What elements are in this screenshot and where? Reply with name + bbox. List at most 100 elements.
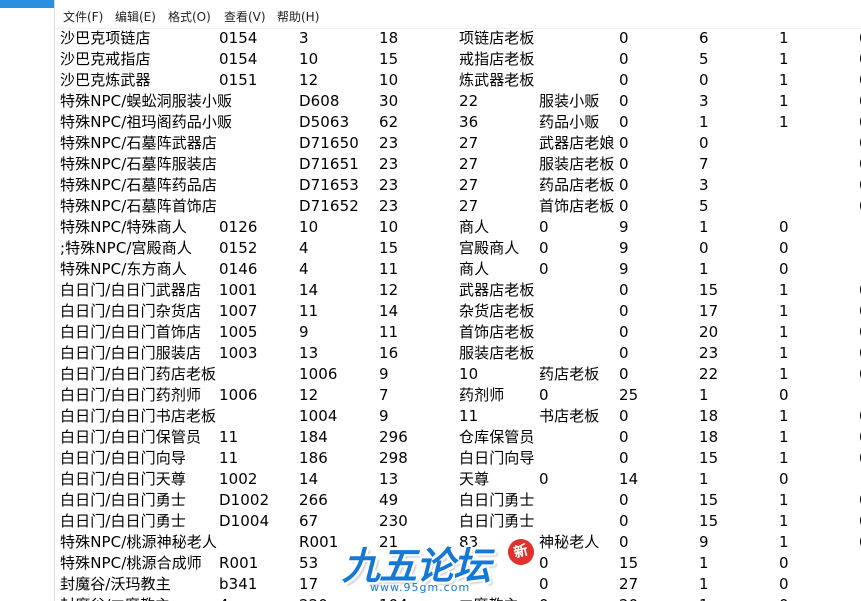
text-field: 14 bbox=[619, 470, 639, 488]
text-field: 0 bbox=[619, 449, 629, 467]
menu-item[interactable]: 编辑(E) bbox=[115, 8, 156, 25]
text-line: 沙巴克炼武器01511210炼武器老板0010 bbox=[55, 70, 861, 91]
text-field: 1 bbox=[699, 218, 709, 236]
text-line: 白日门/白日门勇士D100226649白日门勇士01510 bbox=[55, 490, 861, 511]
text-field: 服装店老板 bbox=[459, 344, 535, 362]
text-field: 0 bbox=[779, 239, 789, 257]
text-field: 白日门/白日门药店老板 bbox=[60, 365, 217, 383]
text-line: 特殊NPC/东方商人 0146 4 11 商人 0 9 1 0 bbox=[55, 259, 861, 280]
text-field: 23 bbox=[379, 197, 399, 215]
text-field: 9 bbox=[619, 218, 629, 236]
text-field: 0154 bbox=[219, 50, 258, 68]
text-field: 0 bbox=[619, 176, 629, 194]
text-field: 1 bbox=[779, 323, 789, 341]
text-field: 1 bbox=[699, 386, 709, 404]
text-field: 0 bbox=[539, 575, 549, 593]
text-field: 9 bbox=[299, 323, 309, 341]
text-field: 296 bbox=[379, 428, 408, 446]
text-field: 5 bbox=[699, 197, 709, 215]
text-field: 沙巴克炼武器 bbox=[60, 71, 151, 89]
text-field: 14 bbox=[299, 470, 319, 488]
text-field: 白日门/白日门天尊 bbox=[60, 470, 186, 488]
text-field: 23 bbox=[379, 155, 399, 173]
text-field: 18 bbox=[699, 428, 719, 446]
text-field: 药店老板 bbox=[539, 365, 600, 383]
menu-item[interactable]: 格式(O) bbox=[168, 8, 211, 25]
text-field: 封魔谷/□魔教主 bbox=[60, 595, 170, 601]
text-field: 9 bbox=[379, 407, 389, 425]
text-field: 0 bbox=[619, 491, 629, 509]
text-field: 1003 bbox=[219, 344, 258, 362]
text-field: 10 bbox=[379, 218, 399, 236]
text-field: 0 bbox=[539, 386, 549, 404]
text-field: 0 bbox=[619, 323, 629, 341]
text-field: R001 bbox=[299, 533, 339, 551]
text-field: R001 bbox=[219, 554, 259, 572]
text-field: 3 bbox=[699, 176, 709, 194]
text-field: 沙巴克项链店 bbox=[60, 29, 151, 47]
text-field: 7 bbox=[379, 386, 389, 404]
text-field: 封魔谷/沃玛教主 bbox=[60, 575, 171, 593]
text-field: 12 bbox=[299, 71, 319, 89]
text-field: 1007 bbox=[219, 302, 258, 320]
text-field: 1 bbox=[779, 281, 789, 299]
text-field: 67 bbox=[299, 512, 319, 530]
text-field: 1 bbox=[779, 449, 789, 467]
text-field: 184 bbox=[299, 428, 328, 446]
text-field: 特殊NPC/特殊商人 bbox=[60, 218, 187, 236]
text-field: 1 bbox=[699, 575, 709, 593]
menu-item[interactable]: 查看(V) bbox=[224, 8, 266, 25]
text-field: 宫殿商人 bbox=[459, 239, 520, 257]
text-field: 首饰店老板 bbox=[459, 323, 535, 341]
text-line: 白日门/白日门天尊 1002 14 13 天尊 0 14 1 0 bbox=[55, 469, 861, 490]
text-field: 22 bbox=[699, 365, 719, 383]
text-field: 27 bbox=[459, 197, 479, 215]
text-line: 白日门/白日门杂货店10071114杂货店老板01710 bbox=[55, 301, 861, 322]
text-field: 0 bbox=[619, 365, 629, 383]
text-editor-area[interactable]: 沙巴克项链店0154318项链店老板0610沙巴克戒指店01541015戒指店老… bbox=[55, 28, 861, 601]
text-field: 特殊NPC/桃源神秘老人 bbox=[60, 533, 217, 551]
text-field: 1 bbox=[779, 92, 789, 110]
text-field: 1 bbox=[699, 260, 709, 278]
text-field: 17 bbox=[699, 302, 719, 320]
text-field: 0 bbox=[779, 260, 789, 278]
menu-item[interactable]: 帮助(H) bbox=[277, 8, 319, 25]
text-line: 沙巴克戒指店01541015戒指店老板0510 bbox=[55, 49, 861, 70]
text-field: 9 bbox=[619, 260, 629, 278]
text-field: 白日门/白日门保管员 bbox=[60, 428, 202, 446]
text-field: 0 bbox=[619, 428, 629, 446]
text-field: 白日门勇士 bbox=[459, 491, 535, 509]
text-field: 11 bbox=[379, 260, 399, 278]
text-field: 22 bbox=[459, 92, 479, 110]
text-field: ;特殊NPC/宫殿商人 bbox=[60, 239, 192, 257]
text-field: 16 bbox=[379, 344, 399, 362]
text-field: 0 bbox=[619, 113, 629, 131]
text-field: 220 bbox=[299, 595, 328, 601]
text-field: 10 bbox=[459, 365, 479, 383]
text-field: 11 bbox=[219, 428, 239, 446]
text-line: 白日门/白日门服装店10031316服装店老板02310 bbox=[55, 343, 861, 364]
text-field: 0146 bbox=[219, 260, 258, 278]
text-field: 0 bbox=[619, 71, 629, 89]
text-field: 白日门/白日门书店老板 bbox=[60, 407, 217, 425]
text-field: 沙巴克戒指店 bbox=[60, 50, 151, 68]
text-field: 白日门/白日门武器店 bbox=[60, 281, 202, 299]
text-field: 15 bbox=[699, 512, 719, 530]
text-field: D5063 bbox=[299, 113, 350, 131]
text-field: D71652 bbox=[299, 197, 359, 215]
text-field: 18 bbox=[699, 407, 719, 425]
text-field: D608 bbox=[299, 92, 340, 110]
text-field: 商人 bbox=[459, 218, 490, 236]
menu-item[interactable]: 文件(F) bbox=[63, 8, 103, 25]
text-field: 0 bbox=[619, 92, 629, 110]
text-field: 6 bbox=[699, 29, 709, 47]
text-field: 仓库保管员 bbox=[459, 428, 535, 446]
text-field: 9 bbox=[379, 365, 389, 383]
text-field: 0 bbox=[619, 134, 629, 152]
text-field: 62 bbox=[379, 113, 399, 131]
text-line: 白日门/白日门保管员11184296仓库保管员01810 bbox=[55, 427, 861, 448]
text-field: 27 bbox=[619, 575, 639, 593]
text-field: 神秘老人 bbox=[539, 533, 600, 551]
text-field: 0 bbox=[539, 260, 549, 278]
text-field: 杂货店老板 bbox=[459, 302, 535, 320]
